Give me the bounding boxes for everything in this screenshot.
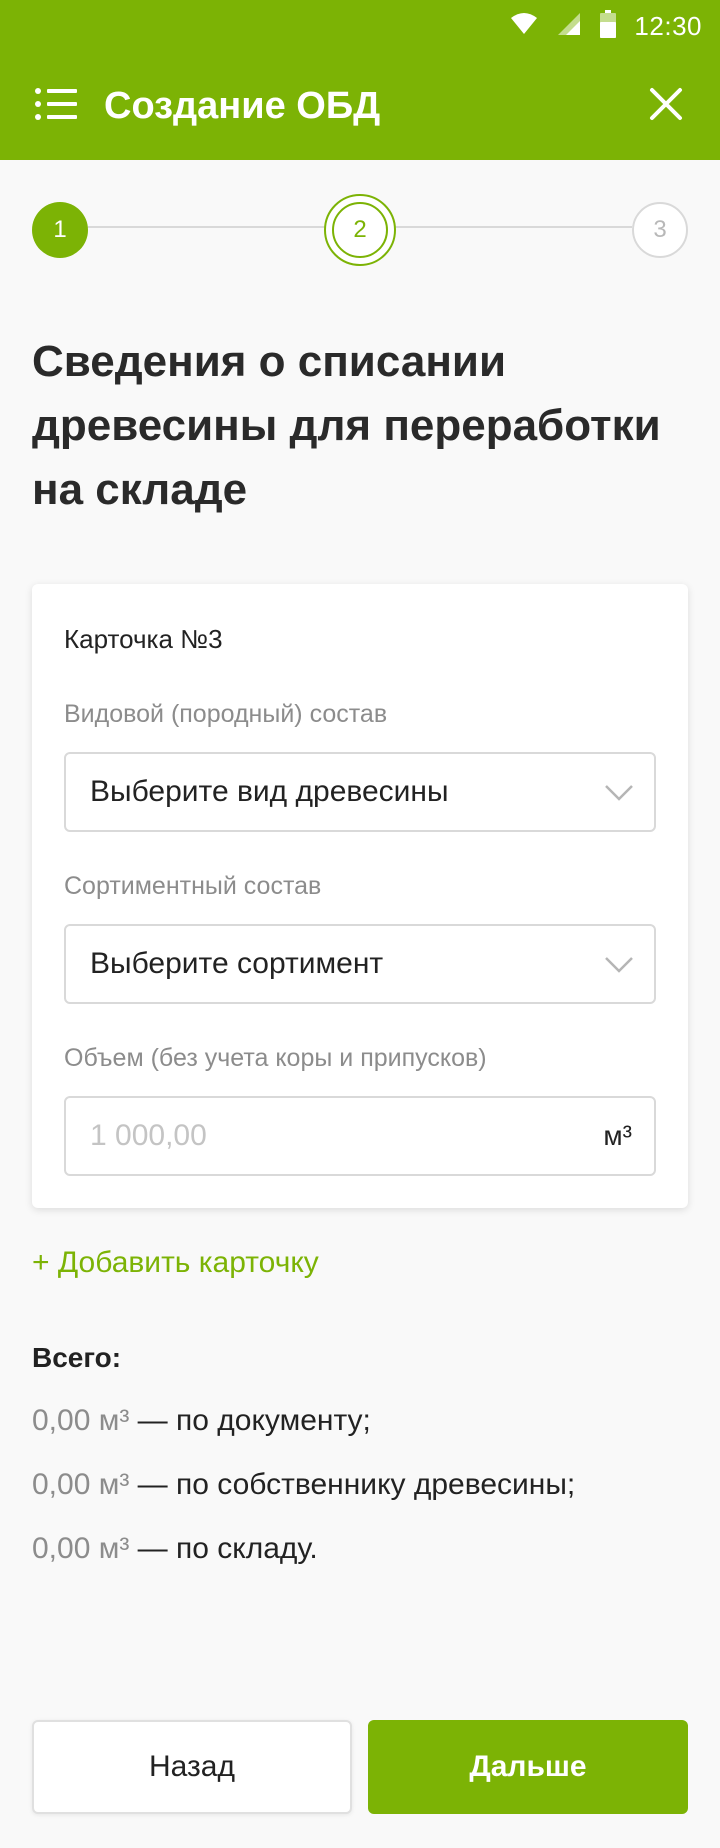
- section-heading: Сведения о списании древесины для перера…: [32, 337, 661, 514]
- step-2: 2: [324, 194, 396, 266]
- total-row-owner: 0,00 м³ — по собственнику древесины;: [32, 1468, 575, 1502]
- step-3: 3: [632, 202, 688, 258]
- total-row-warehouse: 0,00 м³ — по складу.: [32, 1532, 318, 1566]
- assortment-select[interactable]: Выберите сортимент: [64, 924, 656, 1004]
- totals-title: Всего:: [32, 1342, 122, 1373]
- volume-input[interactable]: 1 000,00 м³: [64, 1096, 656, 1176]
- assortment-label: Сортиментный состав: [64, 872, 322, 900]
- step-connector: [88, 226, 324, 228]
- total-text: — по собственнику древесины;: [129, 1468, 576, 1501]
- species-label: Видовой (породный) состав: [64, 700, 388, 728]
- add-card-link[interactable]: + Добавить карточку: [32, 1246, 319, 1280]
- species-select[interactable]: Выберите вид древесины: [64, 752, 656, 832]
- app-bar: 12:30 Создание ОБД: [0, 0, 720, 160]
- volume-label: Объем (без учета коры и припусков): [64, 1044, 487, 1072]
- chevron-down-icon: [604, 778, 634, 806]
- status-time: 12:30: [634, 10, 702, 41]
- toolbar: Создание ОБД: [0, 52, 720, 160]
- battery-icon: [600, 9, 617, 43]
- volume-placeholder: 1 000,00: [90, 1119, 207, 1152]
- wood-card: Карточка №3 Видовой (породный) состав Вы…: [32, 584, 688, 1208]
- wifi-icon: [510, 12, 538, 41]
- total-row-document: 0,00 м³ — по документу;: [32, 1404, 371, 1438]
- stepper: 1 2 3: [0, 194, 720, 266]
- total-value: 0,00 м³: [32, 1532, 130, 1565]
- card-title: Карточка №3: [64, 624, 223, 654]
- volume-unit: м³: [603, 1120, 632, 1151]
- total-value: 0,00 м³: [32, 1468, 130, 1501]
- species-select-value: Выберите вид древесины: [90, 775, 449, 808]
- list-menu-icon: [35, 87, 77, 126]
- total-value: 0,00 м³: [32, 1404, 130, 1437]
- menu-button[interactable]: [30, 80, 82, 132]
- signal-icon: [556, 11, 582, 42]
- status-bar: 12:30: [0, 0, 720, 52]
- step-1: 1: [32, 202, 88, 258]
- step-connector: [396, 226, 632, 228]
- next-button-label: Дальше: [469, 1750, 587, 1783]
- total-text: — по складу.: [129, 1532, 318, 1565]
- next-button[interactable]: Дальше: [368, 1720, 688, 1814]
- close-button[interactable]: [638, 78, 694, 134]
- total-text: — по документу;: [129, 1404, 371, 1437]
- assortment-select-value: Выберите сортимент: [90, 947, 384, 980]
- page-title: Создание ОБД: [104, 85, 381, 127]
- step-2-label: 2: [353, 216, 367, 243]
- back-button-label: Назад: [149, 1750, 235, 1783]
- back-button[interactable]: Назад: [32, 1720, 352, 1814]
- chevron-down-icon: [604, 950, 634, 978]
- close-icon: [649, 87, 683, 126]
- step-3-label: 3: [653, 216, 667, 243]
- step-1-label: 1: [53, 216, 67, 243]
